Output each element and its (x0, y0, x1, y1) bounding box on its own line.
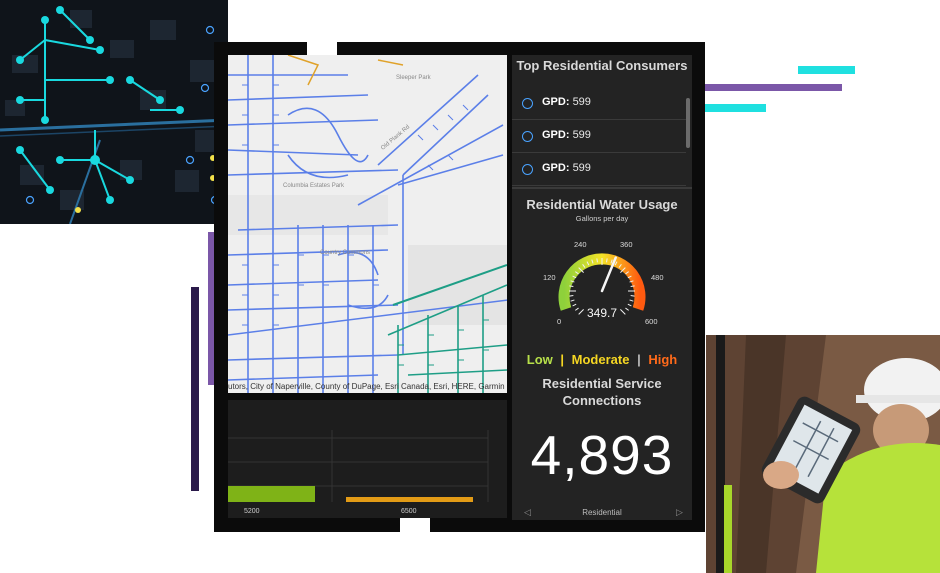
decor-dark-bar-vertical (191, 287, 199, 491)
list-divider (512, 187, 692, 189)
chart-xtick-1: 5200 (244, 508, 260, 515)
gauge-tick-mark (569, 295, 574, 297)
map-label-estates: Columbia Estates Park (283, 183, 345, 189)
gauge-tick-mark (569, 285, 574, 287)
gauge-tick-360: 360 (620, 240, 633, 249)
gauge-tick-240: 240 (574, 240, 587, 249)
consumer-list-item[interactable]: GPD: 599 (512, 120, 686, 153)
gauge-arc (558, 253, 646, 311)
legend-high: High (648, 352, 678, 367)
meter-icon (522, 164, 533, 175)
gauge-tick-mark (629, 299, 634, 302)
gauge-tick-0: 0 (557, 317, 562, 326)
meter-icon (522, 131, 533, 142)
consumption-bar-chart (228, 430, 489, 502)
map-label-commons: Country Commons (320, 250, 371, 256)
gauge-tick-mark (575, 307, 579, 311)
next-arrow-icon[interactable]: ▷ (676, 507, 683, 518)
water-main-map[interactable] (228, 55, 507, 393)
legend-separator: | (637, 352, 641, 367)
map-attribution: utors, City of Naperville, County of DuP… (228, 382, 505, 391)
gauge-tick-mark (606, 258, 608, 263)
consumer-label: GPD: (542, 96, 570, 108)
usage-legend: Low | Moderate | High (512, 352, 692, 367)
consumer-list-item[interactable]: GPD: 599 (512, 87, 686, 120)
gauge-tick-mark (572, 303, 577, 307)
connections-count: 4,893 (530, 424, 674, 486)
consumer-label: GPD: (542, 162, 570, 174)
chart-panel: 5200 6500 (228, 400, 507, 518)
list-scrollbar[interactable] (686, 98, 690, 148)
consumer-label: GPD: (542, 129, 570, 141)
legend-low: Low (526, 352, 553, 367)
gauge-tick-600: 600 (645, 317, 658, 326)
gauge-tick-120: 120 (543, 273, 556, 282)
gauge-tick-mark (630, 295, 635, 297)
gauge-tick-mark (596, 258, 598, 263)
gauge-tick-mark (627, 303, 632, 307)
legend-moderate: Moderate (571, 352, 630, 367)
consumer-list-item[interactable]: GPD: 599 (512, 153, 686, 186)
side-panel: Top Residential Consumers GPD: 599 GPD: … (512, 55, 692, 520)
network-map-drawing (0, 0, 228, 224)
decor-cyan-bar-top (798, 66, 855, 74)
legend-separator: | (560, 352, 565, 367)
field-worker-photo (706, 335, 940, 573)
connections-category: Residential (582, 508, 622, 517)
consumer-value: 599 (572, 96, 591, 108)
gauge-tick-mark (625, 307, 629, 311)
consumer-value: 599 (572, 162, 591, 174)
dashboard-tab-notch (307, 42, 337, 55)
chart-bar-1 (228, 486, 315, 502)
gauge-tick-mark (570, 299, 575, 302)
map-panel[interactable]: Sleeper Park Country Commons Columbia Es… (228, 55, 507, 393)
gauge-value: 349.7 (586, 306, 618, 320)
field-worker-illustration (706, 335, 940, 573)
usage-subtitle: Gallons per day (575, 214, 629, 223)
gauge-tick-mark (630, 285, 635, 287)
dashboard-tab-notch-bottom (400, 518, 430, 532)
chart-xtick-2: 6500 (401, 508, 417, 515)
consumers-title: Top Residential Consumers (516, 58, 688, 73)
meter-icon (522, 98, 533, 109)
gauge-tick-480: 480 (651, 273, 664, 282)
network-map-image (0, 0, 228, 224)
map-label-park: Sleeper Park (396, 75, 431, 81)
chart-bar-2 (346, 497, 473, 502)
connections-title: Residential Service Connections (542, 376, 662, 408)
consumer-value: 599 (572, 129, 591, 141)
usage-title: Residential Water Usage (526, 197, 678, 212)
